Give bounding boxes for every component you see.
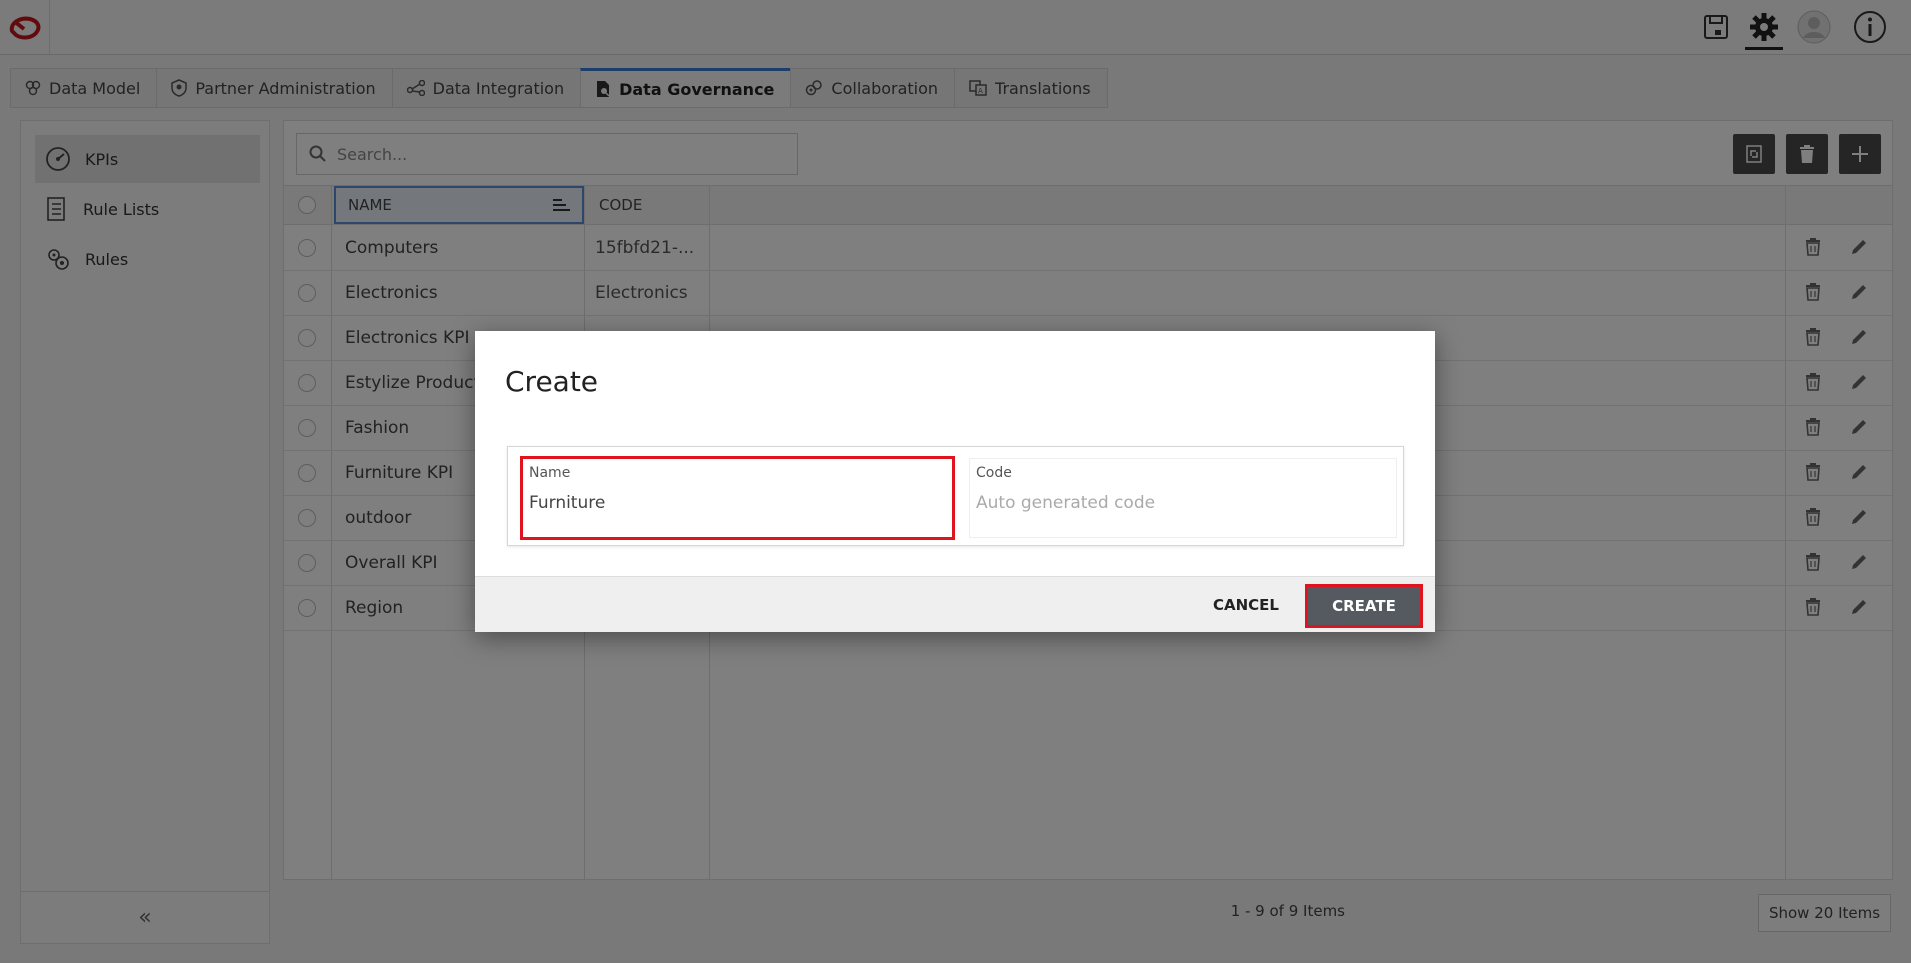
dialog-footer: CANCEL CREATE [475,576,1435,632]
name-label: Name [529,465,571,481]
name-input[interactable] [529,493,929,513]
name-field: Name [520,456,955,540]
create-dialog: Create Name Code CANCEL CREATE [475,331,1435,632]
code-input[interactable] [976,493,1376,513]
code-field: Code [969,458,1397,538]
create-button[interactable]: CREATE [1305,584,1423,628]
cancel-button[interactable]: CANCEL [1199,590,1293,620]
dialog-title: Create [505,365,599,398]
code-label: Code [976,465,1012,481]
create-form: Name Code [507,446,1404,546]
